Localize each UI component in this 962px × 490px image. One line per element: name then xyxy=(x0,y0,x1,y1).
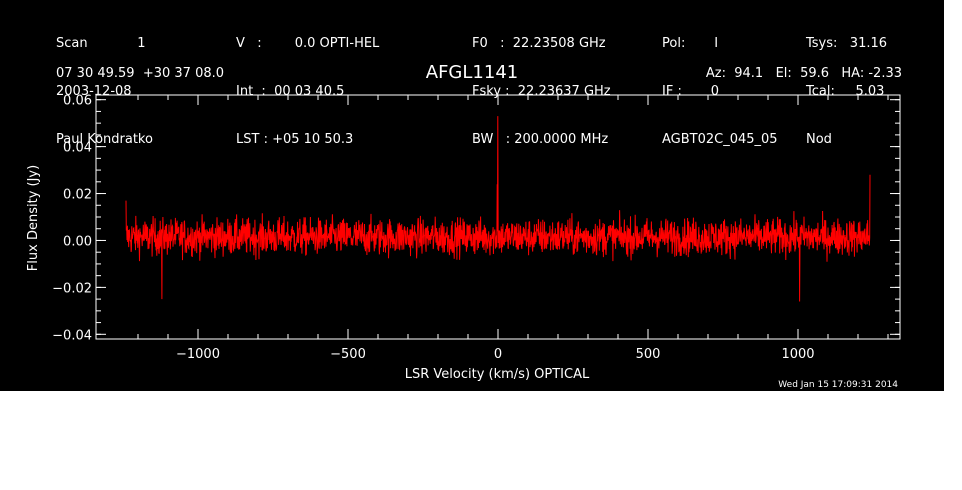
x-tick-label: 500 xyxy=(636,347,661,362)
timestamp: Wed Jan 15 17:09:31 2014 xyxy=(778,380,898,390)
x-axis-label: LSR Velocity (km/s) OPTICAL xyxy=(405,367,590,382)
y-tick-label: 0.00 xyxy=(63,234,92,249)
y-axis-label: Flux Density (Jy) xyxy=(26,165,41,271)
y-tick-label: 0.02 xyxy=(63,188,92,203)
spectrum-chart: −1000 −500 0 500 1000 −0.04 −0.02 0.00 0.02 0.04 0… xyxy=(26,94,901,382)
x-tick-label: 0 xyxy=(494,347,502,362)
x-tick-label: −1000 xyxy=(176,347,220,362)
y-tick-label: −0.02 xyxy=(52,281,92,296)
x-tick-label: 1000 xyxy=(781,347,814,362)
y-tick-label: 0.04 xyxy=(63,141,92,156)
x-tick-label: −500 xyxy=(330,347,366,362)
spectrum-line xyxy=(125,116,871,302)
y-tick-label: −0.04 xyxy=(52,328,92,343)
y-tick-label: 0.06 xyxy=(63,94,92,109)
plot-panel: Scan 1 2003-12-08 Paul Kondratko V : 0.0… xyxy=(0,0,944,391)
